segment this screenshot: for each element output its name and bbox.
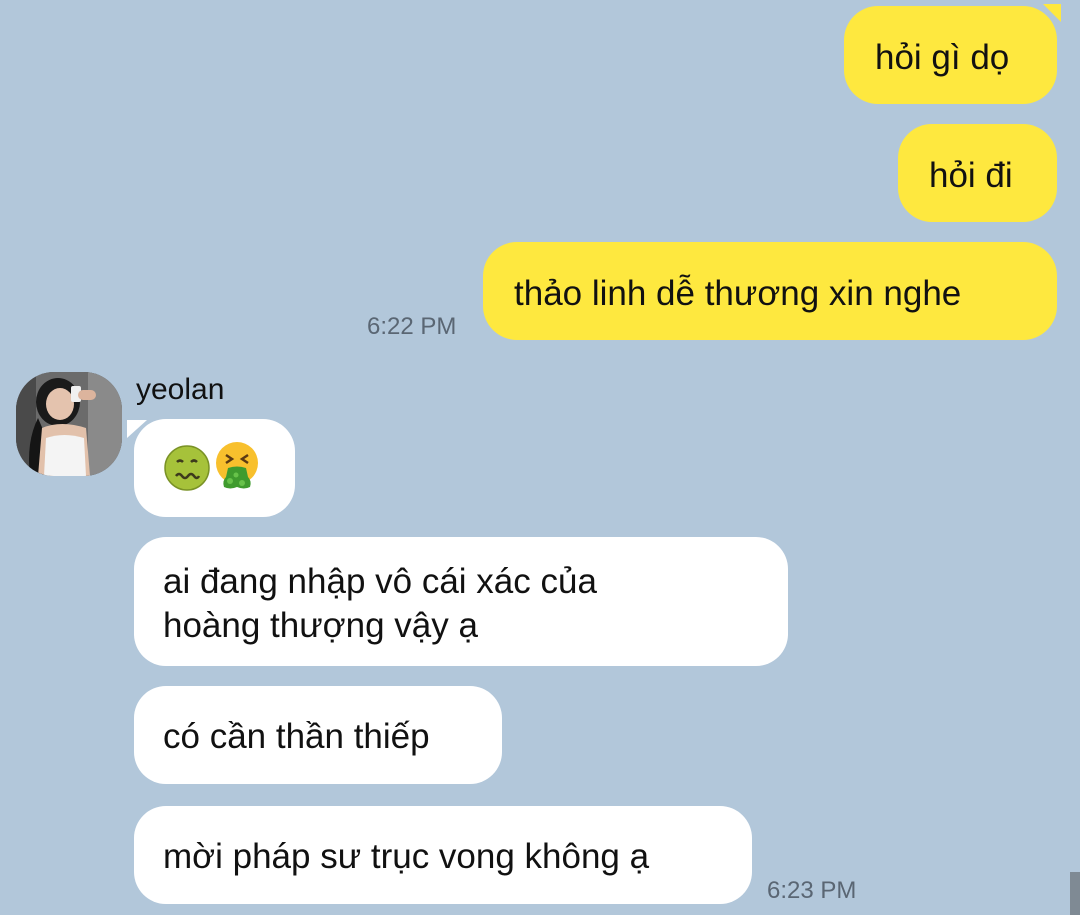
message-text-line: hoàng thượng vậy ạ	[163, 606, 478, 645]
scrollbar-thumb[interactable]	[1070, 872, 1080, 915]
incoming-message[interactable]	[134, 419, 295, 517]
outgoing-bubble-tail	[1043, 4, 1061, 22]
message-timestamp: 6:23 PM	[767, 877, 857, 904]
message-text-line: ai đang nhập vô cái xác của	[163, 562, 597, 601]
message-text: thảo linh dễ thương xin nghe	[514, 274, 962, 313]
outgoing-message[interactable]: thảo linh dễ thương xin nghe	[483, 242, 1057, 340]
message-text: có cần thần thiếp	[163, 717, 430, 756]
outgoing-message[interactable]: hỏi đi	[898, 124, 1057, 222]
nauseated-face-icon	[164, 445, 210, 491]
incoming-message[interactable]: mời pháp sư trục vong không ạ	[134, 806, 752, 904]
incoming-message[interactable]: có cần thần thiếp	[134, 686, 502, 784]
message-timestamp: 6:22 PM	[367, 313, 457, 340]
message-text: mời pháp sư trục vong không ạ	[163, 837, 650, 876]
vomiting-face-icon	[214, 441, 260, 489]
incoming-message[interactable]: ai đang nhập vô cái xác của hoàng thượng…	[134, 537, 788, 666]
message-text: hỏi gì dọ	[875, 38, 1010, 77]
outgoing-message[interactable]: hỏi gì dọ	[844, 6, 1057, 104]
avatar-photo	[16, 372, 122, 476]
avatar[interactable]	[16, 372, 122, 476]
message-text: hỏi đi	[929, 156, 1013, 195]
sender-name: yeolan	[136, 373, 225, 406]
